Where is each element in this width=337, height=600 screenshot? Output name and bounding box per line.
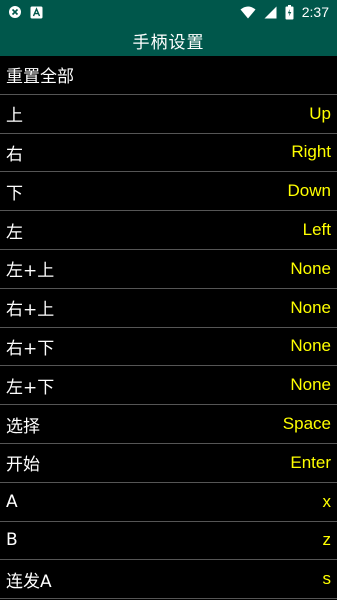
row-label: 左+上 [6, 261, 55, 282]
row-label: B [6, 530, 18, 551]
key-binding-row-up[interactable]: 上 Up [0, 95, 337, 134]
row-label: 选择 [6, 416, 40, 437]
row-value: None [290, 258, 331, 278]
key-binding-row-right-up[interactable]: 右+上 None [0, 289, 337, 328]
row-value: Enter [290, 452, 331, 472]
status-right-icons: 2:37 [240, 4, 329, 20]
battery-icon [285, 4, 294, 20]
key-binding-row-turbo-a[interactable]: 连发A s [0, 560, 337, 600]
status-time: 2:37 [301, 4, 329, 20]
row-value: x [322, 491, 332, 511]
key-binding-row-down[interactable]: 下 Down [0, 172, 337, 212]
row-value: s [322, 569, 332, 589]
wifi-icon [240, 6, 256, 19]
status-left-icons [8, 5, 43, 19]
row-value: None [290, 336, 331, 356]
key-binding-row-left-up[interactable]: 左+上 None [0, 250, 337, 289]
signal-icon [264, 6, 277, 19]
key-binding-row-start[interactable]: 开始 Enter [0, 444, 337, 483]
row-label: 左+下 [6, 377, 55, 398]
row-value: None [290, 375, 331, 395]
key-binding-row-a[interactable]: A x [0, 483, 337, 522]
key-binding-row-left[interactable]: 左 Left [0, 211, 337, 250]
key-binding-row-left-down[interactable]: 左+下 None [0, 366, 337, 406]
row-label: 右 [6, 144, 23, 165]
row-value: Down [287, 181, 331, 201]
row-value: Left [302, 220, 331, 240]
row-label: 下 [6, 183, 23, 204]
row-value: z [322, 530, 332, 550]
status-bar: 2:37 [0, 0, 337, 24]
key-binding-row-right[interactable]: 右 Right [0, 134, 337, 173]
row-label: 重置全部 [6, 67, 74, 88]
text-a-icon [30, 6, 43, 19]
row-label: 右+下 [6, 338, 55, 359]
row-label: A [6, 491, 18, 512]
key-binding-row-b[interactable]: B z [0, 522, 337, 561]
row-label: 开始 [6, 455, 40, 476]
row-value: Space [282, 414, 331, 434]
row-value: Up [309, 103, 331, 123]
row-label: 连发A [6, 571, 52, 592]
page-title: 手柄设置 [132, 32, 205, 53]
notification-close-icon [8, 5, 22, 19]
key-binding-row-right-down[interactable]: 右+下 None [0, 328, 337, 367]
row-label: 右+上 [6, 300, 55, 321]
row-value: Right [291, 142, 331, 162]
app-title-bar: 手柄设置 [0, 24, 337, 56]
row-label: 左 [6, 222, 23, 243]
key-binding-row-select[interactable]: 选择 Space [0, 405, 337, 444]
gamepad-settings-list: 重置全部 上 Up 右 Right 下 Down 左 Left 左+上 None… [0, 56, 337, 600]
row-label: 上 [6, 106, 23, 127]
row-value: None [290, 297, 331, 317]
reset-all-row[interactable]: 重置全部 [0, 56, 337, 95]
